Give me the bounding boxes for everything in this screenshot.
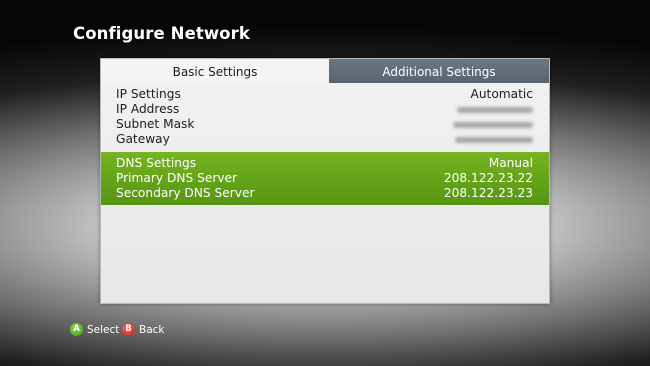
dns-settings-group-selected[interactable]: DNS Settings Manual Primary DNS Server 2… xyxy=(101,152,549,205)
ip-settings-label: IP Settings xyxy=(116,87,181,101)
dns-settings-value: Manual xyxy=(488,156,533,170)
gateway-row[interactable]: Gateway xyxy=(101,132,549,147)
ip-settings-group[interactable]: IP Settings Automatic IP Address Subnet … xyxy=(101,87,549,147)
ip-address-value-redacted xyxy=(457,107,533,113)
ip-address-label: IP Address xyxy=(116,102,180,116)
secondary-dns-row[interactable]: Secondary DNS Server 208.122.23.23 xyxy=(101,186,549,201)
b-button-icon[interactable]: B xyxy=(122,323,135,336)
gateway-label: Gateway xyxy=(116,132,170,146)
gateway-value-redacted xyxy=(455,137,533,143)
network-settings-panel: Basic Settings Additional Settings IP Se… xyxy=(100,58,550,304)
secondary-dns-label: Secondary DNS Server xyxy=(116,186,255,200)
secondary-dns-value: 208.122.23.23 xyxy=(443,186,533,200)
subnet-mask-label: Subnet Mask xyxy=(116,117,195,131)
ip-address-row[interactable]: IP Address xyxy=(101,102,549,117)
back-label: Back xyxy=(139,324,165,336)
tab-basic-settings[interactable]: Basic Settings xyxy=(101,59,329,83)
ip-settings-row[interactable]: IP Settings Automatic xyxy=(101,87,549,102)
tab-bar: Basic Settings Additional Settings xyxy=(101,59,549,83)
tab-additional-settings[interactable]: Additional Settings xyxy=(329,59,549,83)
dns-settings-label: DNS Settings xyxy=(116,156,197,170)
page-title: Configure Network xyxy=(73,24,250,43)
ip-settings-value: Automatic xyxy=(470,87,533,101)
a-button-icon[interactable]: A xyxy=(70,323,83,336)
primary-dns-row[interactable]: Primary DNS Server 208.122.23.22 xyxy=(101,171,549,186)
primary-dns-label: Primary DNS Server xyxy=(116,171,238,185)
dns-settings-row[interactable]: DNS Settings Manual xyxy=(101,156,549,171)
subnet-mask-value-redacted xyxy=(453,122,533,128)
primary-dns-value: 208.122.23.22 xyxy=(443,171,533,185)
select-label: Select xyxy=(87,324,120,336)
subnet-mask-row[interactable]: Subnet Mask xyxy=(101,117,549,132)
